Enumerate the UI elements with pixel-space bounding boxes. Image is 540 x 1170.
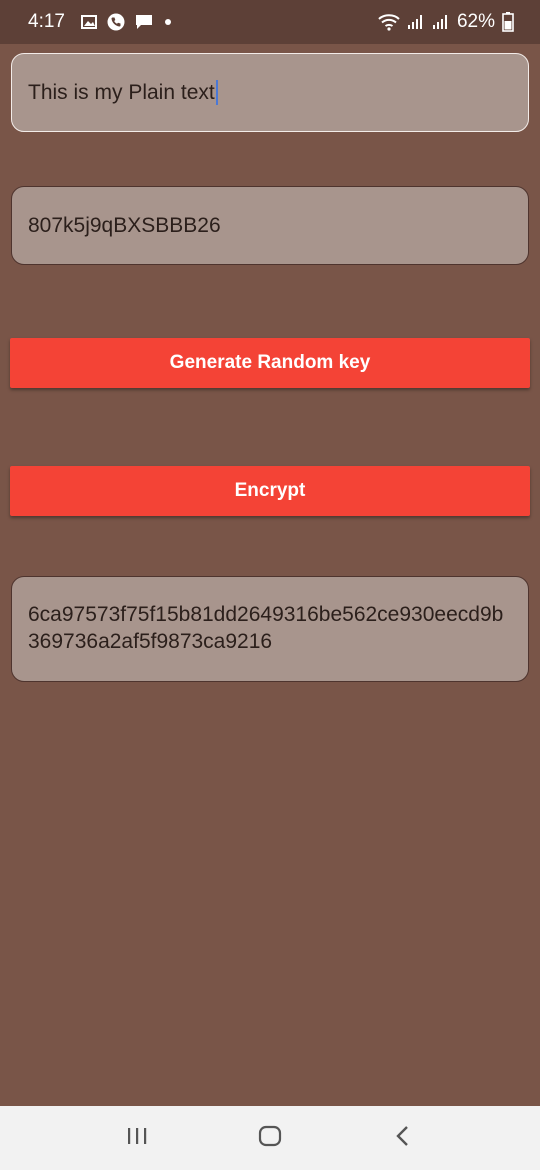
battery-percent: 62% [456, 11, 495, 32]
key-input[interactable]: 807k5j9qBXSBBB26 [11, 186, 529, 265]
status-time: 4:17 [28, 11, 65, 32]
generate-random-key-button[interactable]: Generate Random key [10, 338, 530, 388]
text-cursor [215, 80, 218, 105]
gallery-icon [80, 15, 97, 29]
status-right: 62% [378, 11, 514, 33]
signal-icon [407, 14, 425, 30]
phone-icon [107, 13, 125, 31]
message-icon [135, 14, 153, 30]
plain-text-value: This is my Plain text [28, 80, 215, 104]
encrypt-button[interactable]: Encrypt [10, 466, 530, 516]
app-content: This is my Plain text 807k5j9qBXSBBB26 G… [0, 44, 540, 1106]
wifi-icon [378, 13, 400, 31]
key-value: 807k5j9qBXSBBB26 [28, 213, 221, 237]
battery-icon [502, 12, 514, 32]
plain-text-input[interactable]: This is my Plain text [11, 53, 529, 132]
cipher-text-value: 6ca97573f75f15b81dd2649316be562ce930eecd… [28, 603, 504, 653]
home-button[interactable] [240, 1113, 300, 1163]
home-icon [258, 1125, 282, 1152]
dot-icon [163, 17, 173, 27]
back-icon [395, 1125, 411, 1152]
cipher-output-field[interactable]: 6ca97573f75f15b81dd2649316be562ce930eecd… [11, 576, 529, 682]
status-bar: 4:17 62% [0, 0, 540, 44]
navigation-bar [0, 1106, 540, 1170]
recents-icon [126, 1126, 148, 1151]
status-left: 4:17 [28, 11, 173, 33]
back-button[interactable] [373, 1113, 433, 1163]
signal-icon-2 [432, 14, 450, 30]
recents-button[interactable] [107, 1113, 167, 1163]
